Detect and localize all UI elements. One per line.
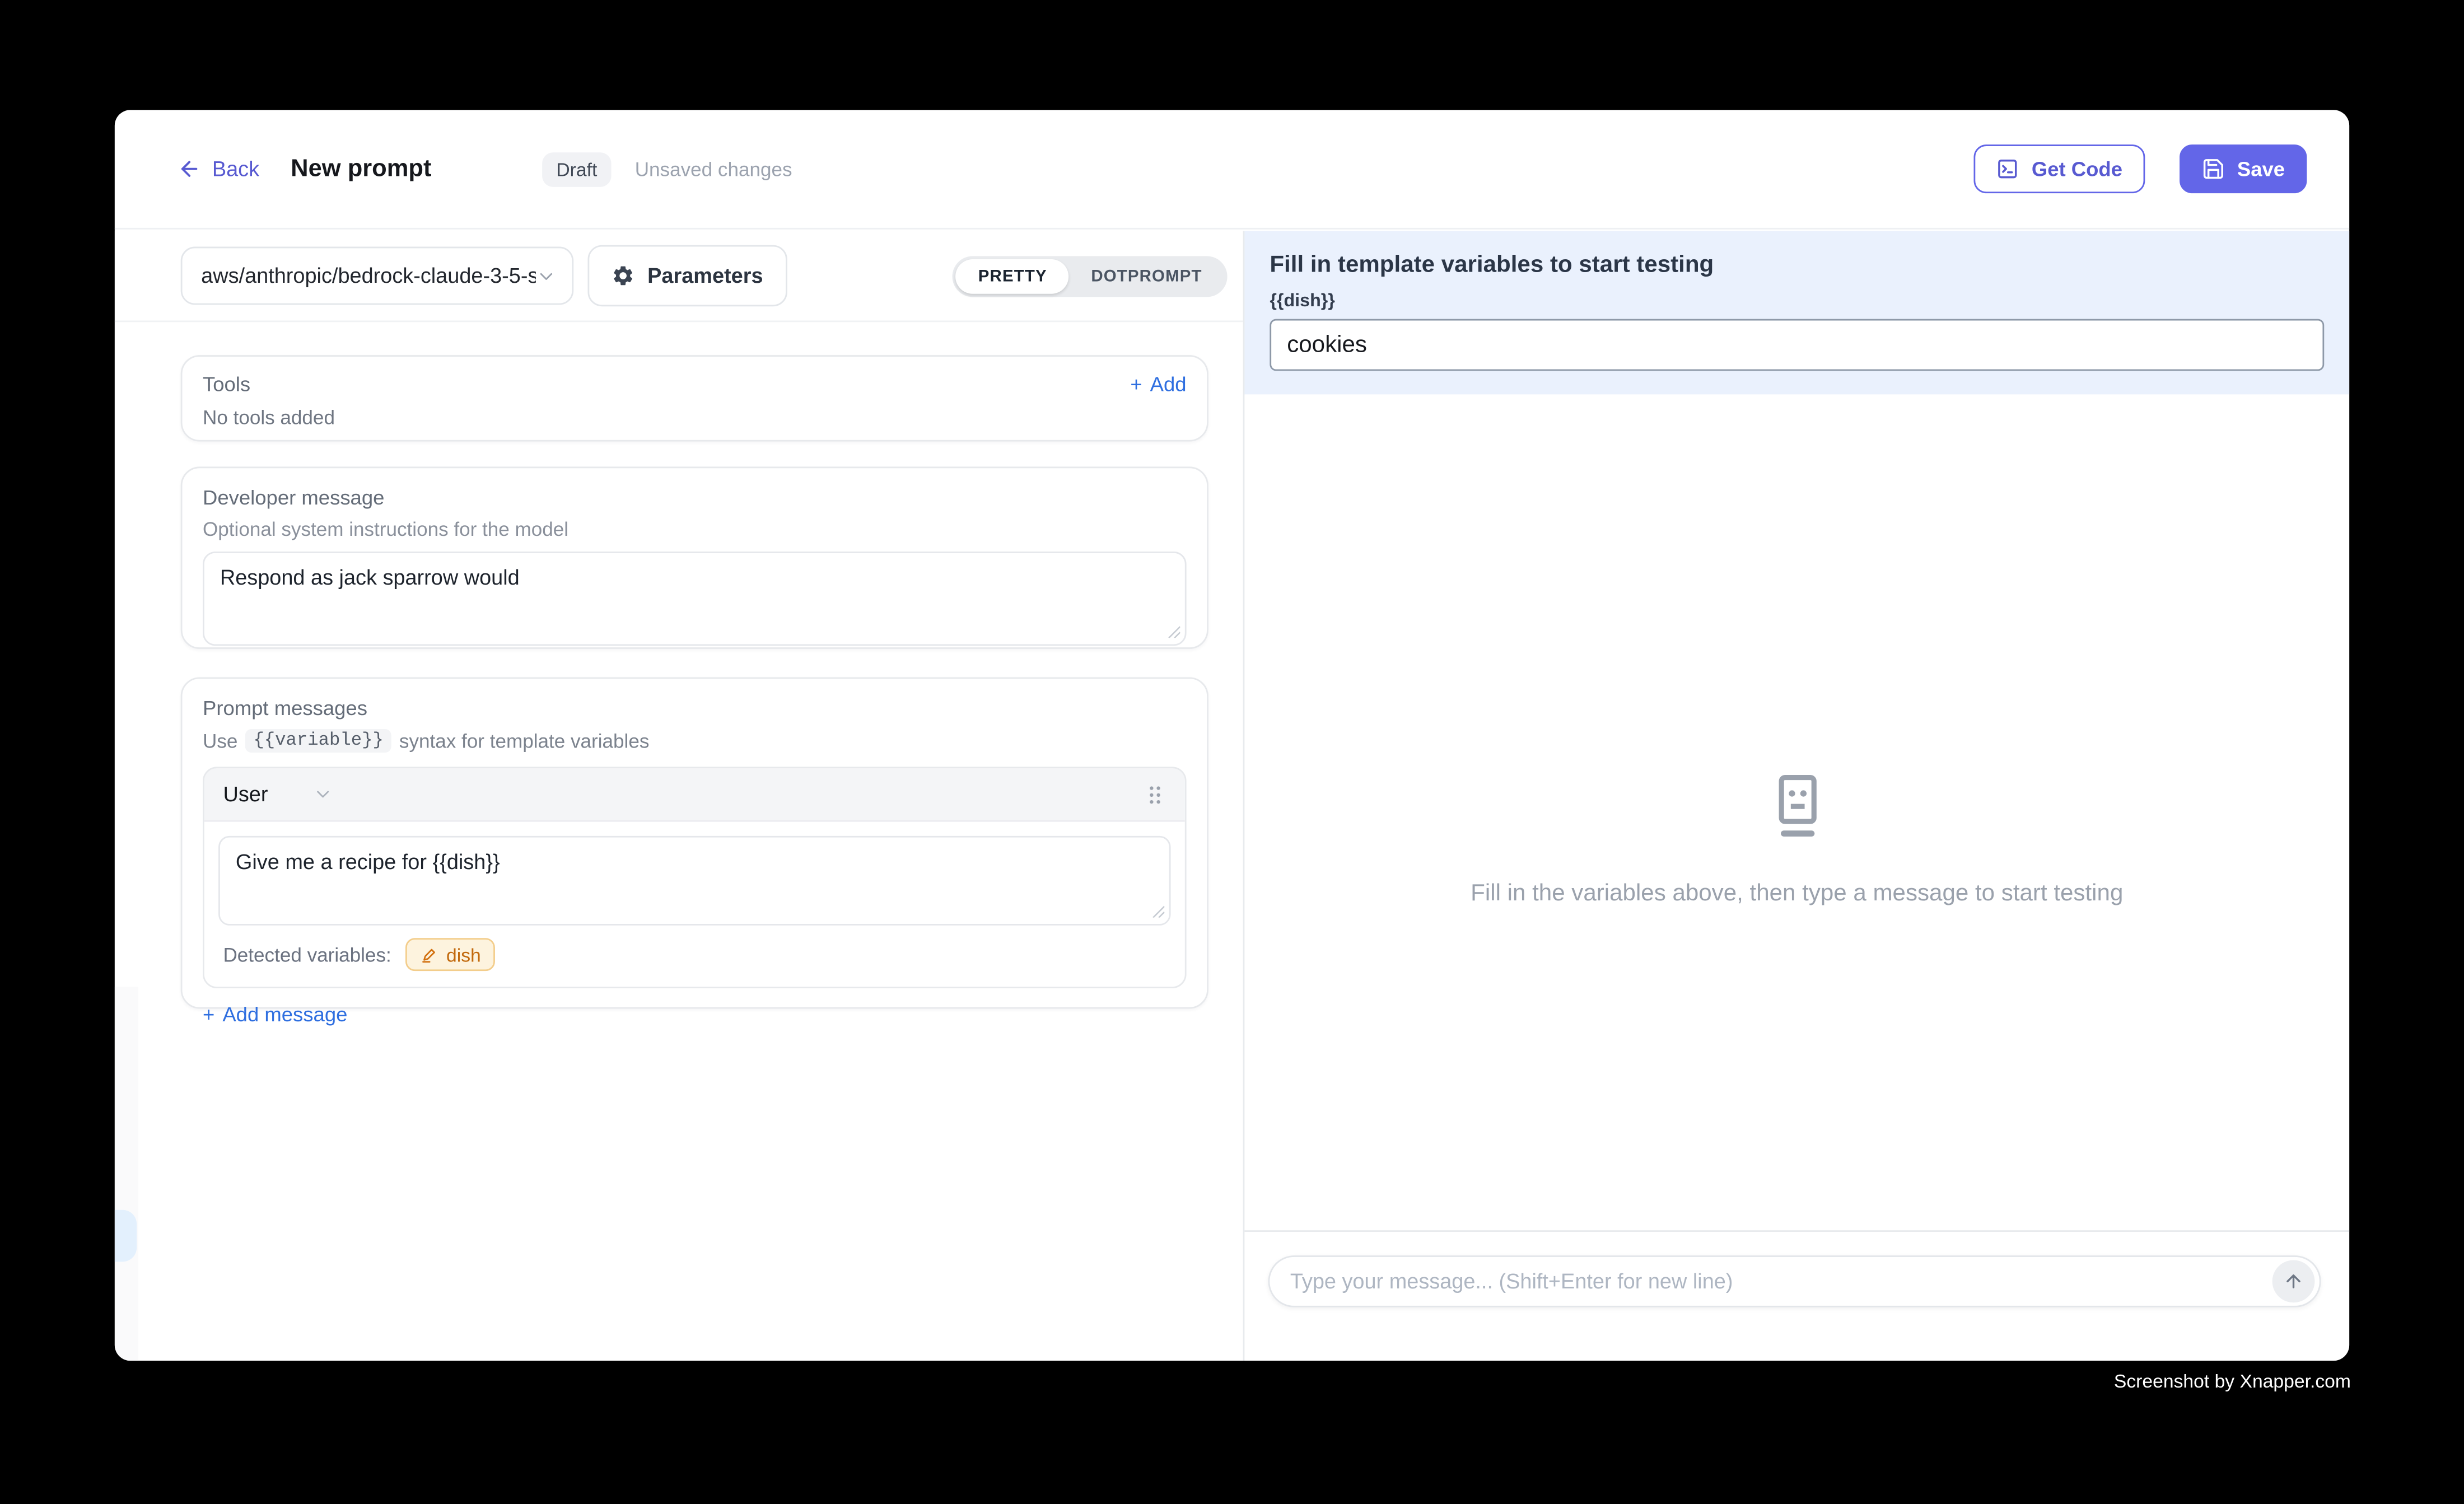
arrow-up-icon [2283, 1271, 2303, 1291]
variable-syntax-code: {{variable}} [245, 729, 391, 753]
tools-title: Tools [203, 372, 250, 396]
variable-chip-label: dish [446, 943, 481, 965]
add-message-label: Add message [222, 1002, 347, 1026]
message-block: User [203, 767, 1187, 988]
chevron-down-icon [312, 784, 332, 804]
chevron-down-icon [535, 265, 556, 287]
message-role-header: User [204, 768, 1185, 821]
variable-syntax-hint: Use {{variable}} syntax for template var… [203, 729, 1187, 753]
prompt-config-scroll: Tools + Add No tools added Developer mes… [115, 322, 1243, 1008]
save-button[interactable]: Save [2179, 144, 2307, 193]
get-code-label: Get Code [2032, 157, 2122, 181]
parameters-label: Parameters [647, 264, 763, 287]
get-code-button[interactable]: Get Code [1973, 144, 2144, 193]
tools-card: Tools + Add No tools added [181, 355, 1208, 441]
developer-message-card: Developer message Optional system instru… [181, 466, 1208, 649]
chat-input-bar [1268, 1255, 2321, 1307]
template-variables-title: Fill in template variables to start test… [1270, 251, 2324, 278]
prompt-editor-window: Back New prompt Draft Unsaved changes Ge… [115, 110, 2349, 1361]
unsaved-changes-text: Unsaved changes [635, 158, 792, 180]
chat-message-input[interactable] [1287, 1268, 2272, 1295]
template-variables-panel: Fill in template variables to start test… [1244, 231, 2349, 394]
test-pane: Fill in template variables to start test… [1244, 231, 2349, 1361]
screenshot-stage: Back New prompt Draft Unsaved changes Ge… [0, 0, 2464, 1503]
developer-message-subtitle: Optional system instructions for the mod… [203, 519, 1187, 540]
chat-input-divider [1244, 1230, 2349, 1232]
watermark-text: Screenshot by Xnapper.com [2114, 1370, 2351, 1392]
save-floppy-icon [2201, 157, 2224, 181]
model-selector[interactable]: aws/anthropic/bedrock-claude-3-5-s... [181, 247, 574, 305]
chat-empty-state: Fill in the variables above, then type a… [1244, 768, 2349, 907]
model-toolbar: aws/anthropic/bedrock-claude-3-5-s... Pa… [115, 231, 1243, 322]
sidebar-edge-strip [115, 987, 138, 1361]
add-message-button[interactable]: + Add message [203, 1002, 1187, 1026]
tools-empty-text: No tools added [203, 407, 1187, 429]
save-label: Save [2237, 157, 2285, 181]
robot-face-icon [1761, 768, 1833, 847]
variable-dish-label: {{dish}} [1270, 292, 2324, 311]
drag-dots-icon [1144, 782, 1166, 807]
detected-variables-row: Detected variables: dish [218, 926, 1171, 987]
model-selector-value: aws/anthropic/bedrock-claude-3-5-s... [201, 264, 535, 287]
pencil-icon [419, 945, 438, 964]
developer-message-textarea[interactable]: Respond as jack sparrow would [203, 552, 1187, 646]
add-tool-label: Add [1150, 372, 1187, 396]
terminal-icon [1995, 157, 2019, 181]
plus-icon: + [203, 1002, 214, 1026]
window-body: aws/anthropic/bedrock-claude-3-5-s... Pa… [115, 231, 2349, 1361]
prompt-config-pane: aws/anthropic/bedrock-claude-3-5-s... Pa… [115, 231, 1245, 1361]
sidebar-active-item-highlight [115, 1210, 137, 1262]
detected-variables-label: Detected variables: [223, 943, 391, 965]
back-button[interactable]: Back [178, 157, 259, 181]
chat-empty-text: Fill in the variables above, then type a… [1471, 880, 2123, 907]
hint-suffix: syntax for template variables [399, 730, 649, 751]
gear-icon [612, 264, 635, 287]
back-label: Back [212, 157, 259, 181]
role-selector[interactable]: User [223, 782, 332, 806]
drag-handle[interactable] [1144, 782, 1166, 807]
window-header: Back New prompt Draft Unsaved changes Ge… [115, 110, 2349, 229]
send-button[interactable] [2272, 1260, 2315, 1303]
message-body: Give me a recipe for {{dish}} Detected v… [204, 822, 1185, 987]
add-tool-button[interactable]: + Add [1130, 372, 1186, 396]
parameters-button[interactable]: Parameters [587, 245, 786, 306]
prompt-messages-card: Prompt messages Use {{variable}} syntax … [181, 677, 1208, 1008]
prompt-messages-title: Prompt messages [203, 696, 1187, 720]
draft-status-badge: Draft [542, 152, 612, 186]
status-group: Draft Unsaved changes [542, 152, 792, 186]
variable-chip-dish[interactable]: dish [405, 938, 495, 971]
plus-icon: + [1130, 372, 1142, 396]
view-mode-toggle: PRETTY DOTPROMPT [953, 255, 1228, 296]
arrow-left-icon [178, 157, 201, 181]
hint-prefix: Use [203, 730, 237, 751]
toggle-pretty[interactable]: PRETTY [956, 259, 1069, 293]
toggle-dotprompt[interactable]: DOTPROMPT [1069, 259, 1224, 293]
page-title: New prompt [291, 155, 431, 183]
developer-message-title: Developer message [203, 485, 1187, 509]
role-selector-value: User [223, 782, 268, 806]
variable-dish-input[interactable] [1270, 319, 2324, 371]
user-message-textarea[interactable]: Give me a recipe for {{dish}} [218, 836, 1171, 926]
header-actions: Get Code Save [1973, 144, 2307, 193]
